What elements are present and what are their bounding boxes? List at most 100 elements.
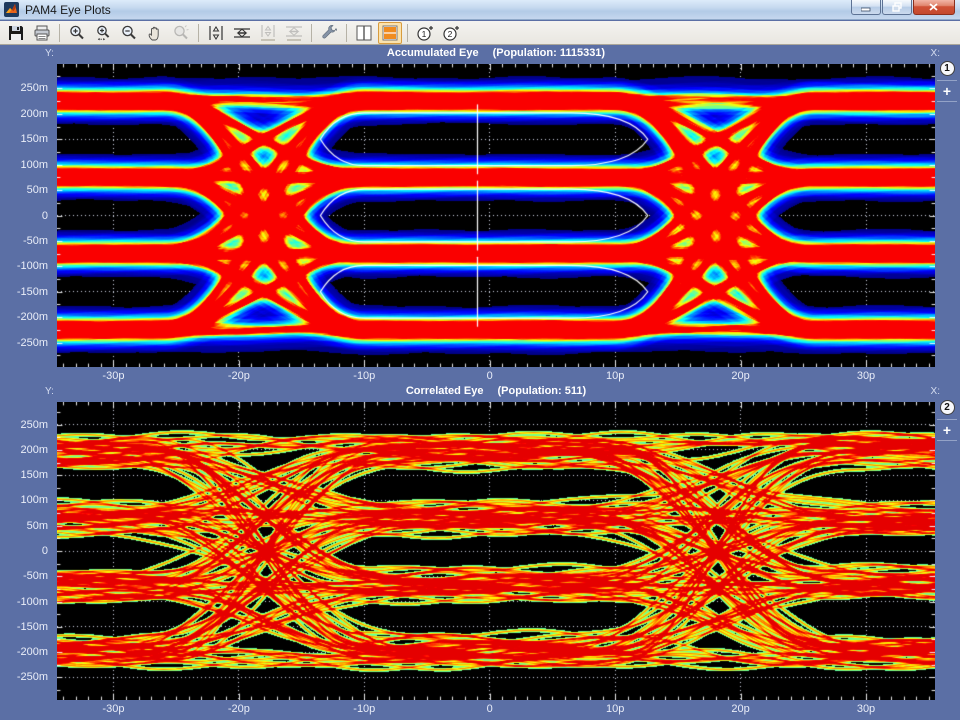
x-tick-label: 20p [731, 370, 749, 382]
plot1-title-text: Accumulated Eye [387, 47, 479, 59]
plot1-x-axis-prefix: X: [931, 48, 940, 59]
x-tick-label: -20p [228, 703, 250, 715]
x-tick-label: 0 [487, 370, 493, 382]
y-tick-label: -200m [17, 311, 48, 323]
x-tick-label: 20p [731, 703, 749, 715]
zoom-out-button[interactable] [117, 22, 141, 44]
y-tick-label: -200m [17, 646, 48, 658]
y-tick-label: -50m [23, 235, 48, 247]
plot1-y-tick-labels: 250m200m150m100m50m0-50m-100m-150m-200m-… [0, 64, 52, 367]
window-title: PAM4 Eye Plots [25, 0, 111, 20]
plot2-x-tick-labels: -30p-20p-10p010p20p30p [57, 702, 935, 716]
vertical-markers-reset-button[interactable] [256, 22, 280, 44]
restore-icon [892, 2, 903, 12]
y-tick-label: 200m [20, 444, 48, 456]
restore-button[interactable] [882, 0, 912, 15]
app-window: PAM4 Eye Plots [0, 0, 960, 720]
magnifier-plus-icon [68, 24, 86, 42]
y-tick-label: -150m [17, 286, 48, 298]
save-button[interactable] [4, 22, 28, 44]
settings-button[interactable] [317, 22, 341, 44]
separator [937, 80, 957, 81]
horizontal-markers-reset-icon [284, 24, 304, 42]
separator [937, 440, 957, 441]
printer-icon [33, 24, 51, 42]
close-icon [929, 3, 939, 12]
y-tick-label: 250m [20, 82, 48, 94]
plot1-title: Accumulated Eye (Population: 1115331) [57, 47, 935, 59]
zoom-cursor-button[interactable] [169, 22, 193, 44]
plot2-side-controls: 2 + [934, 400, 960, 445]
add-plot-1-button[interactable]: 1 [413, 22, 437, 44]
x-tick-label: 30p [857, 370, 875, 382]
close-button[interactable] [913, 0, 955, 15]
horizontal-markers-icon [232, 24, 252, 42]
titlebar[interactable]: PAM4 Eye Plots [0, 0, 960, 20]
toolbar-separator [198, 24, 199, 42]
y-tick-label: 150m [20, 469, 48, 481]
y-tick-label: 0 [42, 210, 48, 222]
svg-text:1: 1 [421, 29, 426, 39]
circle-2-plus-icon: 2 [442, 24, 461, 42]
hand-icon [146, 24, 164, 42]
x-tick-label: -30p [102, 703, 124, 715]
toolbar: 1 2 [0, 21, 960, 45]
plot2-x-axis-prefix: X: [931, 386, 940, 397]
layout-side-by-side-button[interactable] [352, 22, 376, 44]
plot2-y-axis-prefix: Y: [45, 386, 54, 397]
floppy-icon [7, 24, 25, 42]
window-controls [850, 0, 955, 15]
add-plot-2-button[interactable]: 2 [439, 22, 463, 44]
y-tick-label: -250m [17, 337, 48, 349]
zoom-in-button[interactable] [65, 22, 89, 44]
layout-stacked-button[interactable] [378, 22, 402, 44]
plot1-y-axis-prefix: Y: [45, 48, 54, 59]
minimize-icon [861, 3, 871, 12]
correlated-eye-plot[interactable] [57, 402, 935, 700]
y-tick-label: 100m [20, 159, 48, 171]
svg-text:2: 2 [447, 29, 452, 39]
y-tick-label: 150m [20, 133, 48, 145]
circle-1-plus-icon: 1 [416, 24, 435, 42]
toolbar-separator [346, 24, 347, 42]
plot2-title: Correlated Eye (Population: 511) [57, 385, 935, 397]
plot1-add-button[interactable]: + [934, 85, 960, 97]
vertical-markers-icon [206, 24, 226, 42]
plot2-add-button[interactable]: + [934, 424, 960, 436]
minimize-button[interactable] [851, 0, 881, 15]
magnifier-gray-icon [172, 24, 190, 42]
plot1-header: Y: Accumulated Eye(Population: 1115331) … [0, 47, 960, 62]
y-tick-label: 50m [27, 520, 48, 532]
pan-button[interactable] [143, 22, 167, 44]
y-tick-label: 0 [42, 545, 48, 557]
y-tick-label: -50m [23, 570, 48, 582]
x-tick-label: 10p [606, 703, 624, 715]
plot2-population: (Population: 511) [498, 385, 587, 397]
accumulated-eye-plot[interactable] [57, 64, 935, 367]
plot1-population: (Population: 1115331) [493, 47, 605, 59]
print-button[interactable] [30, 22, 54, 44]
magnifier-plus-arrows-icon [94, 24, 112, 42]
x-tick-label: 10p [606, 370, 624, 382]
x-tick-label: -10p [353, 370, 375, 382]
vertical-markers-button[interactable] [204, 22, 228, 44]
horizontal-markers-button[interactable] [230, 22, 254, 44]
x-tick-label: -20p [228, 370, 250, 382]
figure-area: Y: Accumulated Eye(Population: 1115331) … [0, 45, 960, 720]
plot2-badge: 2 [940, 400, 955, 415]
y-tick-label: 250m [20, 419, 48, 431]
toolbar-separator [311, 24, 312, 42]
toolbar-separator [407, 24, 408, 42]
y-tick-label: 100m [20, 494, 48, 506]
plot2-y-tick-labels: 250m200m150m100m50m0-50m-100m-150m-200m-… [0, 402, 52, 700]
plot2-title-text: Correlated Eye [406, 385, 484, 397]
x-tick-label: -30p [102, 370, 124, 382]
separator [937, 419, 957, 420]
horizontal-markers-reset-button[interactable] [282, 22, 306, 44]
split-vertical-icon [355, 24, 373, 42]
zoom-x-axis-button[interactable] [91, 22, 115, 44]
x-tick-label: -10p [353, 703, 375, 715]
toolbar-separator [59, 24, 60, 42]
vertical-markers-reset-icon [258, 24, 278, 42]
wrench-icon [320, 24, 338, 42]
